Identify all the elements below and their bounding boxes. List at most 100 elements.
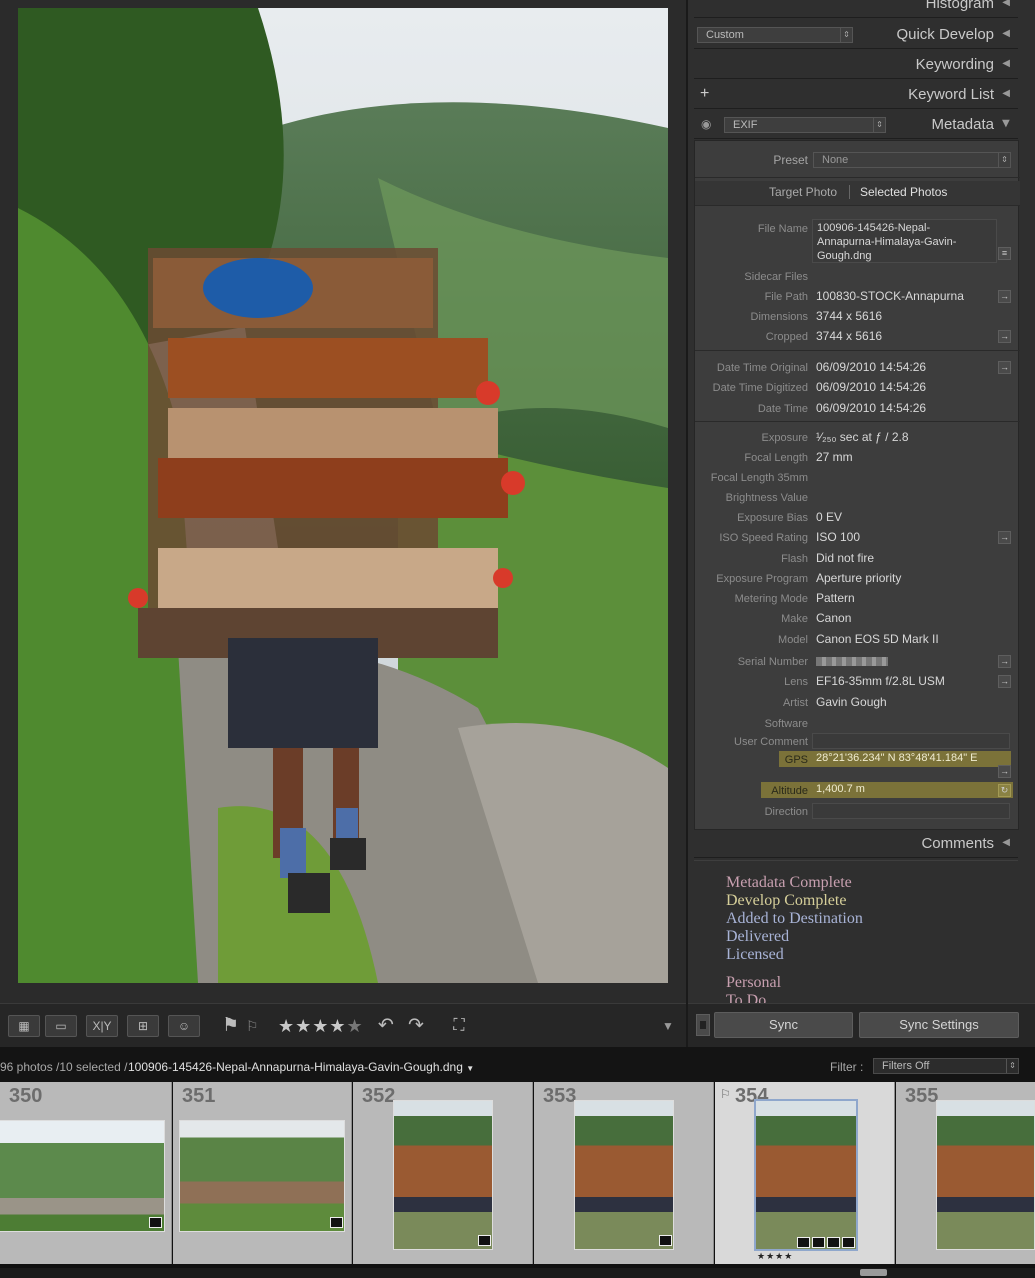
metering-mode-label: Metering Mode xyxy=(734,593,808,605)
star-rating[interactable]: ★★★★★ xyxy=(278,1014,364,1038)
filter-lens-icon[interactable]: → xyxy=(998,675,1011,688)
collapse-triangle-icon: ◀ xyxy=(1002,58,1010,69)
date-time-digitized-value: 06/09/2010 14:54:26 xyxy=(816,380,927,394)
filter-serial-icon[interactable]: → xyxy=(998,655,1011,668)
keyword-list-title: Keyword List xyxy=(908,86,994,103)
metadata-header[interactable]: ◉ EXIF ⇕ Metadata ◀ xyxy=(694,111,1018,139)
loupe-view-button[interactable]: ▭ xyxy=(45,1015,77,1037)
scrollbar-thumb[interactable] xyxy=(860,1269,887,1276)
thumbnail xyxy=(0,1120,165,1232)
exposure-program-value: Aperture priority xyxy=(816,571,902,585)
preset-select-value: Custom xyxy=(706,29,744,41)
filter-select[interactable]: Filters Off ⇕ xyxy=(873,1058,1019,1074)
file-path-value: 100830-STOCK-Annapurna xyxy=(816,289,964,303)
thumbnail xyxy=(393,1100,493,1250)
loupe-viewer[interactable] xyxy=(0,0,686,1003)
date-time-original-row: Date Time Original 06/09/2010 14:54:26 → xyxy=(695,358,1020,378)
comment-badge-icon xyxy=(330,1217,343,1228)
metadata-preset-value: None xyxy=(822,154,849,166)
file-name-list-icon[interactable]: ≡ xyxy=(998,247,1011,260)
survey-icon: ⊞ xyxy=(137,1019,149,1033)
go-to-crop-icon[interactable]: → xyxy=(998,330,1011,343)
comments-title: Comments xyxy=(921,835,994,852)
model-value: Canon EOS 5D Mark II xyxy=(816,632,939,646)
exposure-label: Exposure xyxy=(761,432,808,444)
rotate-right-icon[interactable]: ↷ xyxy=(408,1014,424,1038)
flash-value: Did not fire xyxy=(816,551,875,565)
keywording-header[interactable]: Keywording ◀ xyxy=(694,51,1018,79)
exposure-program-label: Exposure Program xyxy=(716,573,808,585)
filmstrip-cell[interactable]: 355 xyxy=(896,1082,1035,1264)
brightness-row: Brightness Value xyxy=(695,488,1020,508)
compare-view-button[interactable]: X|Y xyxy=(86,1015,118,1037)
metadata-view-select[interactable]: EXIF ⇕ xyxy=(724,117,886,133)
filmstrip-cell[interactable]: 353 xyxy=(534,1082,714,1264)
quick-develop-preset-select[interactable]: Custom ⇕ xyxy=(697,27,853,43)
people-view-button[interactable]: ☺ xyxy=(168,1015,200,1037)
sidecar-row: Sidecar Files xyxy=(695,267,1020,287)
expand-triangle-icon: ◀ xyxy=(1000,119,1012,128)
workflow-licensed: Licensed xyxy=(726,946,784,963)
sync-settings-button[interactable]: Sync Settings xyxy=(859,1012,1019,1038)
tab-target-photo[interactable]: Target Photo xyxy=(769,185,837,199)
grid-view-button[interactable]: ▦ xyxy=(8,1015,40,1037)
metering-mode-row: Metering Mode Pattern xyxy=(695,589,1020,609)
filmstrip-scrollbar[interactable] xyxy=(0,1268,1035,1278)
metadata-preset-select[interactable]: None ⇕ xyxy=(813,152,1011,168)
comments-header[interactable]: Comments ◀ xyxy=(694,830,1018,858)
edit-capture-time-icon[interactable]: → xyxy=(998,361,1011,374)
filmstrip-cell[interactable]: 350 xyxy=(0,1082,172,1264)
add-keyword-icon[interactable]: + xyxy=(700,85,709,103)
serial-number-redacted xyxy=(816,657,888,666)
altitude-sync-icon[interactable]: ↻ xyxy=(998,784,1011,797)
preset-label: Preset xyxy=(773,153,808,167)
date-time-original-label: Date Time Original xyxy=(716,362,808,374)
preset-row: Preset None ⇕ xyxy=(695,149,1020,169)
user-comment-field[interactable] xyxy=(812,733,1010,749)
artist-value: Gavin Gough xyxy=(816,695,887,709)
collapse-triangle-icon: ◀ xyxy=(1002,0,1010,8)
cell-index: 351 xyxy=(182,1085,216,1107)
cell-index: 350 xyxy=(9,1085,43,1107)
comment-badge-icon xyxy=(149,1217,162,1228)
dimensions-label: Dimensions xyxy=(750,311,808,323)
workflow-added-to-destination: Added to Destination xyxy=(726,910,863,927)
filmstrip-cell[interactable]: 351 xyxy=(173,1082,352,1264)
grid-icon: ▦ xyxy=(18,1019,30,1033)
filter-iso-icon[interactable]: → xyxy=(998,531,1011,544)
go-to-folder-icon[interactable]: → xyxy=(998,290,1011,303)
toolbar-menu-chevron-icon[interactable]: ▼ xyxy=(662,1014,674,1038)
filmstrip-cell-selected[interactable]: ⚐ 354 ★★★★ xyxy=(715,1082,895,1264)
main-photo-image xyxy=(18,8,668,983)
quick-develop-header[interactable]: Custom ⇕ Quick Develop ◀ xyxy=(694,21,1018,49)
direction-field[interactable] xyxy=(812,803,1010,819)
sync-button[interactable]: Sync xyxy=(714,1012,853,1038)
date-time-digitized-label: Date Time Digitized xyxy=(712,382,808,394)
flag-pick-icon[interactable]: ⚑ xyxy=(222,1014,239,1038)
auto-sync-toggle[interactable] xyxy=(696,1014,710,1036)
artist-row: Artist Gavin Gough xyxy=(695,693,1020,713)
altitude-label: Altitude xyxy=(771,785,808,797)
source-filename[interactable]: 100906-145426-Nepal-Annapurna-Himalaya-G… xyxy=(128,1060,474,1074)
eye-icon[interactable]: ◉ xyxy=(701,117,711,131)
survey-view-button[interactable]: ⊞ xyxy=(127,1015,159,1037)
file-name-field[interactable]: 100906-145426-Nepal- Annapurna-Himalaya-… xyxy=(812,219,997,263)
cropped-label: Cropped xyxy=(765,331,808,343)
keyword-list-header[interactable]: + Keyword List ◀ xyxy=(694,81,1018,109)
workflow-metadata-complete: Metadata Complete xyxy=(726,874,852,891)
show-on-map-icon[interactable]: → xyxy=(998,765,1011,778)
keyword-badge-icon xyxy=(797,1237,810,1248)
metadata-title: Metadata xyxy=(931,116,994,133)
date-time-value: 06/09/2010 14:54:26 xyxy=(816,401,927,415)
crop-overlay-icon[interactable]: ⛶ xyxy=(446,1015,472,1037)
filmstrip-cell[interactable]: 352 xyxy=(353,1082,533,1264)
rotate-left-icon[interactable]: ↶ xyxy=(378,1014,394,1038)
filter-label: Filter : xyxy=(830,1060,864,1074)
flag-reject-icon[interactable]: ⚐ xyxy=(246,1014,259,1038)
histogram-header[interactable]: Histogram ◀ xyxy=(694,0,1018,18)
main-photo[interactable] xyxy=(18,8,668,983)
focal-length-label: Focal Length xyxy=(744,452,808,464)
file-path-row: File Path 100830-STOCK-Annapurna → xyxy=(695,287,1020,307)
direction-label: Direction xyxy=(764,806,808,818)
tab-selected-photos[interactable]: Selected Photos xyxy=(860,185,947,199)
